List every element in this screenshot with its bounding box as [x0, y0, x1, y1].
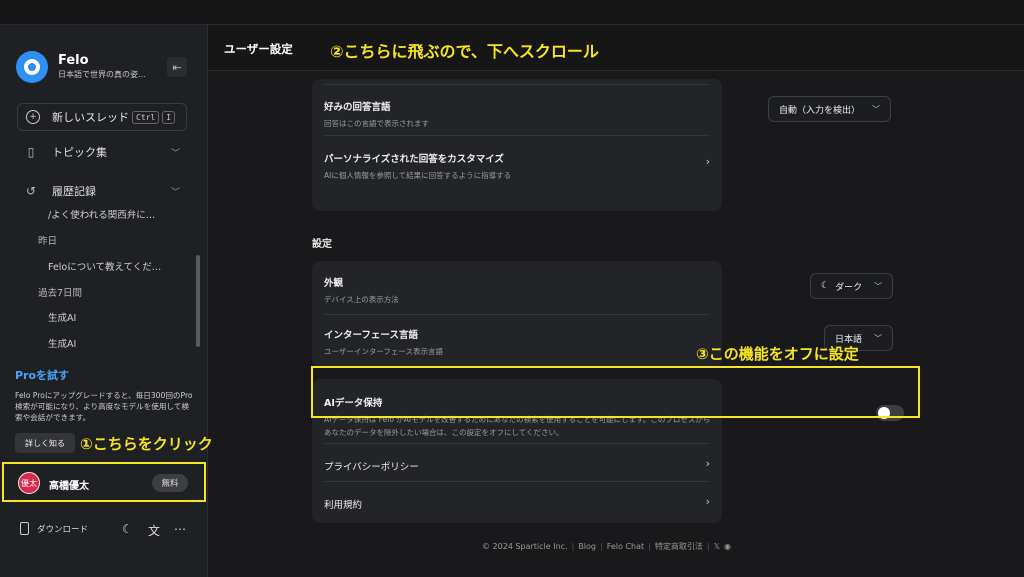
interface-language-subtitle: ユーザーインターフェース表示言語 — [324, 347, 444, 356]
moon-icon: ☾ — [821, 281, 830, 291]
terms-row[interactable]: 利用規約 — [324, 497, 710, 511]
user-highlight-box — [2, 462, 206, 502]
shortcut-i: I — [162, 110, 176, 124]
learn-more-button[interactable]: 詳しく知る — [15, 433, 75, 453]
appearance-select[interactable]: ☾ ダーク ﹀ — [810, 273, 894, 299]
copyright: © 2024 Sparticle Inc. — [482, 542, 568, 551]
answer-language-title: 好みの回答言語 — [324, 102, 391, 113]
answer-language-select[interactable]: 自動（入力を検出） ﹀ — [768, 96, 892, 122]
sidebar-bottom-bar: ダウンロード ☾ 文 ⋯ — [0, 522, 208, 546]
chevron-down-icon: ﹀ — [170, 187, 180, 198]
divider — [324, 314, 710, 315]
chevron-right-icon[interactable]: › — [706, 155, 710, 168]
download-button[interactable]: ダウンロード — [20, 522, 88, 535]
settings-main: 好みの回答言語 回答はこの言語で表示されます 自動（入力を検出） ﹀ パーソナラ… — [208, 71, 1024, 577]
answer-language-row: 好みの回答言語 回答はこの言語で表示されます — [324, 99, 710, 129]
brand-name: Felo — [58, 53, 89, 68]
personalize-subtitle: AIに個人情報を参照して結果に回答するように指導する — [324, 171, 512, 180]
divider — [324, 84, 710, 85]
pro-title[interactable]: Proを試す — [15, 367, 69, 383]
brand-row[interactable]: Felo 日本語で世界の真の姿… — [16, 51, 146, 83]
history-scrollbar[interactable] — [196, 255, 200, 347]
appearance-card: 外観 デバイス上の表示方法 ☾ ダーク ﹀ インターフェース言語 ユーザーインタ… — [312, 261, 894, 367]
chevron-down-icon: ﹀ — [872, 104, 881, 114]
history-item[interactable]: 生成AI — [48, 310, 76, 324]
plus-icon: + — [26, 110, 40, 124]
bookmark-icon: ▯ — [27, 145, 35, 159]
shortcut-ctrl: Ctrl — [132, 110, 160, 124]
download-label: ダウンロード — [37, 524, 89, 535]
sidebar-item-label: トピック集 — [52, 146, 107, 159]
sidebar-item-topics[interactable]: ▯ トピック集 ﹀ — [24, 144, 184, 160]
felo-logo-icon — [16, 51, 48, 83]
language-settings-card: 好みの回答言語 回答はこの言語で表示されます 自動（入力を検出） ﹀ パーソナラ… — [312, 79, 892, 211]
brand-tagline: 日本語で世界の真の姿… — [58, 70, 146, 79]
ai-data-subtitle-2: あなたのデータを除外したい場合は、この設定をオフにしてください。 — [324, 428, 564, 437]
footer: © 2024 Sparticle Inc. | Blog | Felo Chat… — [482, 541, 731, 552]
history-group-label: 昨日 — [38, 236, 58, 247]
new-thread-button[interactable]: + 新しいスレッド Ctrl I — [17, 103, 187, 131]
select-value: 自動（入力を検出） — [779, 105, 861, 116]
footer-felo-chat-link[interactable]: Felo Chat — [607, 542, 644, 551]
appearance-title: 外観 — [324, 278, 344, 289]
footer-legal-link[interactable]: 特定商取引法 — [655, 541, 703, 552]
terms-label: 利用規約 — [324, 500, 363, 511]
interface-language-row: インターフェース言語 ユーザーインターフェース表示言語 — [324, 327, 710, 357]
page-title: ユーザー設定 — [224, 42, 293, 56]
history-item[interactable]: 生成AI — [48, 336, 76, 350]
divider — [324, 443, 710, 444]
chevron-down-icon: ﹀ — [874, 333, 883, 343]
x-icon[interactable]: 𝕏 — [714, 542, 720, 551]
pro-description: Felo Proにアップグレードすると、毎日300回のPro検索が可能になり、よ… — [15, 391, 193, 422]
chevron-down-icon: ﹀ — [170, 148, 180, 159]
settings-section-label: 設定 — [312, 239, 332, 250]
phone-icon — [20, 522, 29, 535]
sidebar-item-history[interactable]: ↺ 履歴記録 ﹀ — [24, 183, 184, 199]
personalize-title: パーソナライズされた回答をカスタマイズ — [324, 154, 504, 165]
collapse-sidebar-button[interactable]: ⇤ — [167, 57, 187, 77]
footer-blog-link[interactable]: Blog — [578, 542, 596, 551]
ai-data-highlight-box — [311, 366, 920, 418]
annotation-step-2: ②こちらに飛ぶので、下へスクロール — [330, 42, 599, 61]
more-icon[interactable]: ⋯ — [174, 522, 186, 536]
history-item[interactable]: /よく使われる関西弁に… — [48, 207, 155, 221]
app-frame: Felo 日本語で世界の真の姿… ⇤ + 新しいスレッド Ctrl I ▯ トピ… — [0, 24, 1024, 577]
appearance-subtitle: デバイス上の表示方法 — [324, 295, 399, 304]
chevron-down-icon: ﹀ — [874, 281, 883, 291]
sidebar-item-label: 履歴記録 — [52, 185, 96, 198]
personalize-row[interactable]: パーソナライズされた回答をカスタマイズ AIに個人情報を参照して結果に回答するよ… — [324, 151, 710, 181]
history-group-label: 過去7日間 — [38, 288, 83, 299]
appearance-row: 外観 デバイス上の表示方法 — [324, 275, 710, 305]
privacy-policy-row[interactable]: プライバシーポリシー — [324, 459, 710, 473]
collapse-left-icon: ⇤ — [172, 60, 182, 74]
new-thread-label: 新しいスレッド — [52, 111, 129, 124]
chevron-right-icon[interactable]: › — [706, 457, 710, 470]
divider — [324, 481, 710, 482]
translate-icon[interactable]: 文 — [148, 522, 160, 539]
history-icon: ↺ — [25, 184, 37, 198]
moon-icon[interactable]: ☾ — [122, 522, 133, 536]
privacy-policy-label: プライバシーポリシー — [324, 462, 419, 473]
divider — [324, 135, 710, 136]
select-value: ダーク — [835, 282, 863, 293]
answer-language-subtitle: 回答はこの言語で表示されます — [324, 119, 429, 128]
discord-icon[interactable]: ◉ — [724, 542, 731, 551]
interface-language-title: インターフェース言語 — [324, 330, 418, 341]
history-item[interactable]: Feloについて教えてくだ… — [48, 259, 161, 273]
annotation-step-3: ③この機能をオフに設定 — [696, 345, 859, 363]
annotation-step-1: ①こちらをクリック — [80, 435, 213, 453]
chevron-right-icon[interactable]: › — [706, 495, 710, 508]
